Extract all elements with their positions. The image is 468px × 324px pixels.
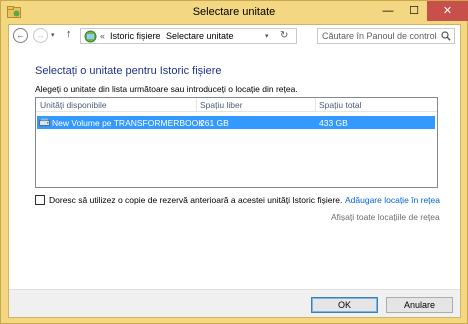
back-arrow-icon[interactable]: ←	[13, 28, 28, 43]
dialog-window: Selectare unitate — ☐ ✕ ← → ▾ ↑ « Istori…	[0, 0, 468, 324]
address-dropdown-icon[interactable]: ▾	[265, 32, 269, 40]
search-input[interactable]: Căutare în Panoul de control	[317, 28, 455, 44]
dialog-client-area: ← → ▾ ↑ « Istoric fișiere › Selectare un…	[8, 24, 461, 318]
use-previous-backup-label[interactable]: Doresc să utilizez o copie de rezervă an…	[49, 195, 342, 205]
drive-free-space: 261 GB	[200, 118, 229, 128]
page-title: Selectați o unitate pentru Istoric fișie…	[35, 65, 222, 77]
breadcrumb-separator-icon[interactable]: ›	[155, 31, 158, 40]
cancel-button[interactable]: Anulare	[386, 297, 453, 313]
column-divider[interactable]	[315, 98, 316, 112]
maximize-button[interactable]: ☐	[401, 1, 427, 21]
control-panel-icon	[84, 30, 97, 43]
table-row[interactable]: New Volume pe TRANSFORMERBOOK 261 GB 433…	[37, 116, 435, 129]
up-arrow-icon[interactable]: ↑	[66, 28, 72, 40]
dialog-footer: OK Anulare	[9, 289, 460, 317]
drive-total-space: 433 GB	[319, 118, 348, 128]
drives-list[interactable]: Unități disponibile Spațiu liber Spațiu …	[35, 97, 438, 188]
ok-button[interactable]: OK	[311, 297, 378, 313]
minimize-button[interactable]: —	[375, 1, 401, 21]
instruction-text: Alegeți o unitate din lista următoare sa…	[35, 84, 298, 94]
add-network-location-link[interactable]: Adăugare locație în rețea	[345, 195, 440, 205]
refresh-icon[interactable]: ↻	[280, 30, 288, 41]
breadcrumb-overflow-icon[interactable]: «	[100, 31, 105, 41]
breadcrumb-file-history[interactable]: Istoric fișiere	[110, 31, 161, 41]
drive-name: New Volume pe TRANSFORMERBOOK	[52, 118, 204, 128]
address-bar[interactable]: « Istoric fișiere › Selectare unitate ▾ …	[80, 28, 297, 44]
search-icon[interactable]	[441, 31, 451, 41]
column-header-total-space[interactable]: Spațiu total	[319, 100, 362, 110]
navigation-bar: ← → ▾ ↑ « Istoric fișiere › Selectare un…	[9, 25, 460, 47]
column-header-free-space[interactable]: Spațiu liber	[200, 100, 243, 110]
forward-arrow-icon[interactable]: →	[33, 28, 48, 43]
list-header: Unități disponibile Spațiu liber Spațiu …	[36, 98, 437, 112]
search-placeholder: Căutare în Panoul de control	[322, 31, 437, 41]
show-network-locations-link[interactable]: Afișați toate locațiile de rețea	[331, 212, 440, 222]
column-header-drives[interactable]: Unități disponibile	[40, 100, 107, 110]
recent-locations-chevron-icon[interactable]: ▾	[51, 31, 55, 39]
drive-icon	[39, 118, 50, 126]
breadcrumb-select-drive[interactable]: Selectare unitate	[166, 31, 234, 41]
use-previous-backup-checkbox[interactable]	[35, 195, 45, 205]
title-bar[interactable]: Selectare unitate — ☐ ✕	[1, 1, 468, 24]
close-button[interactable]: ✕	[427, 1, 468, 21]
column-divider[interactable]	[196, 98, 197, 112]
